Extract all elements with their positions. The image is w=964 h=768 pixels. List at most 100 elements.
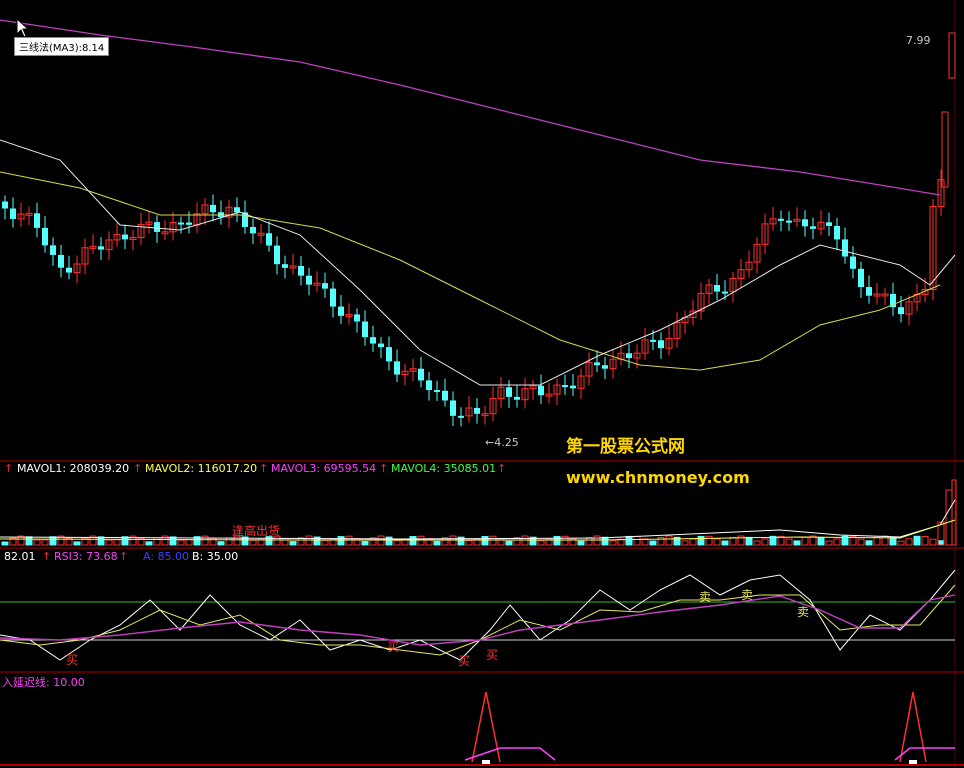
candle [330, 281, 336, 318]
candle [34, 202, 40, 238]
candle [497, 376, 505, 408]
volume-bar [801, 536, 809, 546]
volume-bar [721, 540, 729, 546]
volume-bar [585, 537, 593, 546]
volume-bar [41, 539, 49, 546]
candle [641, 327, 649, 360]
candle-body [10, 208, 16, 219]
candle [98, 237, 104, 260]
volume-bar [609, 540, 617, 546]
volume-bar [521, 535, 529, 546]
volume-bar [665, 535, 673, 546]
candle [489, 386, 497, 421]
price-high-label: 7.99 [906, 34, 931, 47]
candle-body [266, 233, 272, 246]
candle [769, 206, 777, 231]
candle-body [298, 265, 304, 276]
candle-body [274, 245, 280, 265]
volume-bar [897, 540, 905, 546]
volume-bar [113, 539, 121, 546]
candle-body [562, 385, 568, 388]
volume-bar [33, 539, 41, 546]
candle [905, 295, 913, 326]
candle-body [58, 254, 64, 268]
candle-body [370, 337, 376, 344]
candle-body [50, 245, 56, 255]
ma-mid-line [0, 171, 941, 371]
candle [266, 221, 272, 252]
volume-bar [185, 539, 193, 546]
candle [2, 195, 8, 220]
rsi3-label: RSI3: 73.68 [54, 550, 118, 563]
candle-body [338, 306, 344, 316]
volume-bar [217, 541, 225, 546]
candle [42, 216, 48, 253]
delay-panel [464, 691, 955, 764]
candle [609, 349, 617, 379]
candle [753, 236, 761, 273]
buy-label-1: 买 [66, 653, 79, 667]
candle-body [66, 267, 72, 273]
candle [834, 217, 840, 251]
delay-legend: 入延迟线: 10.00 [0, 674, 964, 690]
candle [665, 326, 673, 356]
candle [401, 363, 409, 386]
candle-body [362, 321, 368, 338]
volume-bar [105, 539, 113, 546]
candle [345, 303, 353, 325]
volume-bar [257, 539, 265, 546]
volume-bar [833, 538, 841, 546]
candle-body [858, 268, 864, 288]
candle-body [42, 227, 48, 246]
volume-bar [481, 536, 489, 546]
volume-bar [577, 540, 585, 546]
volume-bar [321, 539, 329, 546]
candle [817, 210, 825, 236]
volume-bar [737, 535, 745, 546]
candle [553, 378, 561, 406]
candle [745, 250, 753, 278]
volume-bar [433, 540, 441, 546]
candle-body [514, 396, 520, 400]
candle-body [866, 287, 872, 296]
volume-bar [409, 536, 417, 546]
mavol2-line [0, 519, 956, 541]
candle [378, 336, 384, 359]
sell-signal-label: 逢高出货 [232, 524, 281, 538]
candle [282, 255, 288, 279]
candle [250, 218, 256, 244]
candle [866, 275, 872, 304]
candle [929, 199, 937, 301]
volume-panel [0, 479, 957, 546]
candle [681, 310, 689, 334]
candle [778, 210, 784, 232]
volume-arrow-3: ↑ [379, 462, 389, 475]
candle [626, 344, 632, 369]
candle-body [714, 285, 720, 292]
ma3-value-tag: 三线法(MA3):8.14 [14, 37, 110, 56]
volume-bar [873, 536, 881, 546]
candle-body [330, 288, 336, 307]
mavol4-label: MAVOL4: 35085.01 [391, 462, 497, 475]
signal-marker [482, 760, 490, 764]
candle [25, 206, 33, 226]
volume-bar [361, 540, 369, 546]
candle-body [898, 307, 904, 315]
candle-body [941, 111, 949, 188]
candle [562, 374, 568, 395]
delay-line [464, 747, 556, 761]
candle-body [442, 390, 448, 401]
candle-body [210, 204, 216, 213]
candle [842, 227, 848, 264]
rsi1-value: 82.01 [4, 550, 36, 563]
candle [218, 200, 224, 225]
volume-bar [649, 540, 657, 546]
volume-bar [761, 538, 769, 546]
candle-body [178, 222, 184, 225]
candle-body [722, 291, 728, 294]
candle-body [418, 368, 424, 381]
candle [602, 356, 608, 380]
mavol3-label: MAVOL3: 69595.54 [271, 462, 377, 475]
candle [802, 210, 808, 237]
buy-label-2: 买 [387, 640, 400, 654]
